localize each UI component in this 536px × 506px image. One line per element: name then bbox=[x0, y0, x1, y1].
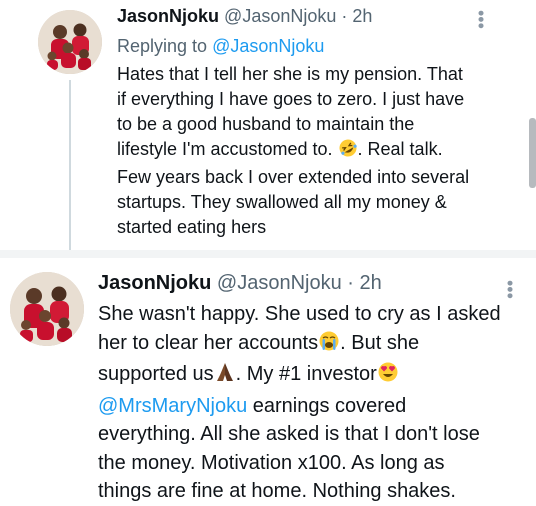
scrollbar[interactable] bbox=[529, 118, 536, 188]
timestamp[interactable]: 2h bbox=[352, 6, 372, 26]
tweet-line: to be a good husband to maintain the bbox=[117, 114, 415, 134]
separator-dot: · bbox=[341, 6, 348, 26]
more-options-icon[interactable]: ••• bbox=[500, 280, 520, 299]
more-options-icon[interactable]: ••• bbox=[471, 10, 491, 29]
tweet-line: She wasn't happy. She used to cry as I a… bbox=[98, 303, 501, 325]
tweet-line: if everything I have goes to zero. I jus… bbox=[117, 89, 465, 109]
tweet-text: She wasn't happy. She used to cry as I a… bbox=[98, 300, 501, 506]
heart-eyes-emoji bbox=[377, 361, 399, 392]
tweet-line: her to clear her accounts. But she bbox=[98, 329, 501, 361]
tweet-header: JasonNjoku @JasonNjoku · 2h bbox=[117, 6, 372, 27]
tweet-line: Few years back I over extended into seve… bbox=[117, 167, 470, 187]
author-name[interactable]: JasonNjoku bbox=[98, 272, 211, 294]
avatar[interactable] bbox=[10, 272, 84, 346]
tweet-line: started eating hers bbox=[117, 217, 267, 237]
tweet-1[interactable]: JasonNjoku @JasonNjoku · 2h ••• Replying… bbox=[0, 0, 536, 250]
replying-prefix: Replying to bbox=[117, 36, 213, 56]
tweet-line: @MrsMaryNjoku earnings covered bbox=[98, 394, 407, 417]
tweet-line: startups. They swallowed all my money & bbox=[117, 192, 447, 212]
family-photo-icon bbox=[10, 272, 84, 346]
timestamp[interactable]: 2h bbox=[360, 272, 382, 294]
tweet-line: the money. Motivation x100. As long as bbox=[98, 451, 445, 474]
rolling-on-floor-laughing-emoji bbox=[338, 138, 358, 165]
tweet-line: supported us. My #1 investor bbox=[98, 360, 501, 392]
tweet-2[interactable]: JasonNjoku @JasonNjoku · 2h ••• She wasn… bbox=[0, 258, 536, 504]
replying-to-mention[interactable]: @JasonNjoku bbox=[212, 36, 324, 56]
avatar[interactable] bbox=[38, 10, 102, 74]
separator-dot: · bbox=[347, 272, 354, 294]
tweet-line: Hates that I tell her she is my pension.… bbox=[117, 64, 463, 84]
author-handle[interactable]: @JasonNjoku bbox=[224, 6, 336, 26]
thread-connector-line bbox=[69, 80, 71, 250]
author-handle[interactable]: @JasonNjoku bbox=[217, 272, 342, 294]
mention-link[interactable]: @MrsMaryNjoku bbox=[98, 395, 247, 417]
tweet-divider bbox=[0, 250, 536, 258]
folded-hands-emoji bbox=[214, 361, 236, 392]
replying-to: Replying to @JasonNjoku bbox=[117, 36, 324, 57]
loudly-crying-face-emoji bbox=[318, 330, 340, 361]
family-photo-icon bbox=[38, 10, 102, 74]
tweet-line: things are fine at home. Nothing shakes. bbox=[98, 480, 456, 502]
tweet-text: Hates that I tell her she is my pension.… bbox=[117, 62, 469, 240]
tweet-line: everything. All she asked is that I don'… bbox=[98, 423, 480, 445]
tweet-line: lifestyle I'm accustomed to. . Real talk… bbox=[117, 137, 469, 165]
tweet-header: JasonNjoku @JasonNjoku · 2h bbox=[98, 272, 382, 295]
author-name[interactable]: JasonNjoku bbox=[117, 6, 219, 26]
